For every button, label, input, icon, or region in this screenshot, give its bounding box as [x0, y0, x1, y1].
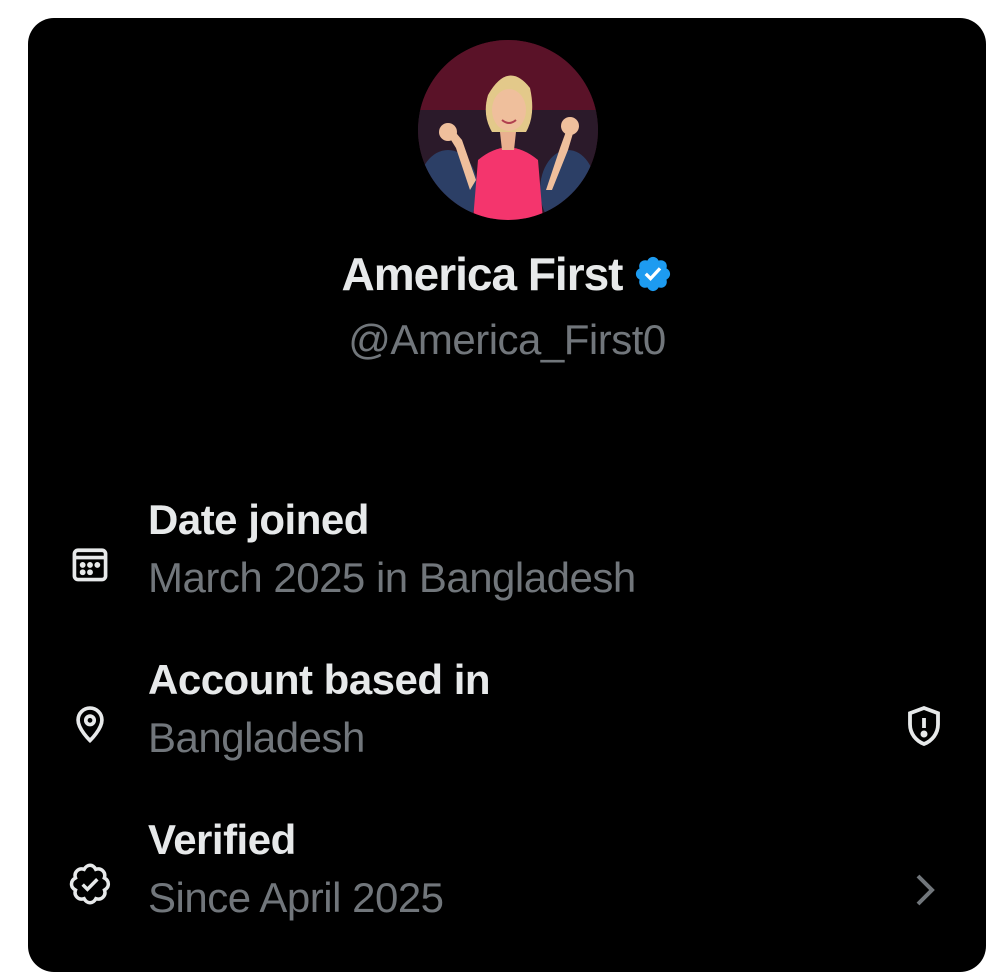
verified-row[interactable]: Verified Since April 2025	[28, 816, 986, 936]
verified-badge-icon	[633, 254, 673, 294]
name-row: America First	[28, 246, 986, 302]
shield-alert-icon[interactable]	[900, 702, 948, 750]
date-joined-value: March 2025 in Bangladesh	[148, 554, 636, 601]
handle: @America_First0	[348, 316, 666, 363]
date-joined-title: Date joined	[148, 496, 369, 543]
date-joined-row: Date joined March 2025 in Bangladesh	[28, 496, 986, 616]
chevron-right-icon[interactable]	[900, 866, 948, 914]
account-based-in-title: Account based in	[148, 656, 491, 703]
account-info-card: America First @America_First0 Date joine…	[28, 18, 986, 972]
verified-title: Verified	[148, 816, 296, 863]
account-based-in-row[interactable]: Account based in Bangladesh	[28, 656, 986, 776]
account-based-in-value: Bangladesh	[148, 714, 365, 761]
display-name: America First	[341, 248, 623, 300]
verified-value: Since April 2025	[148, 874, 444, 921]
avatar[interactable]	[418, 40, 598, 220]
verified-check-icon	[68, 862, 112, 906]
calendar-icon	[68, 542, 112, 586]
location-pin-icon	[68, 702, 112, 746]
